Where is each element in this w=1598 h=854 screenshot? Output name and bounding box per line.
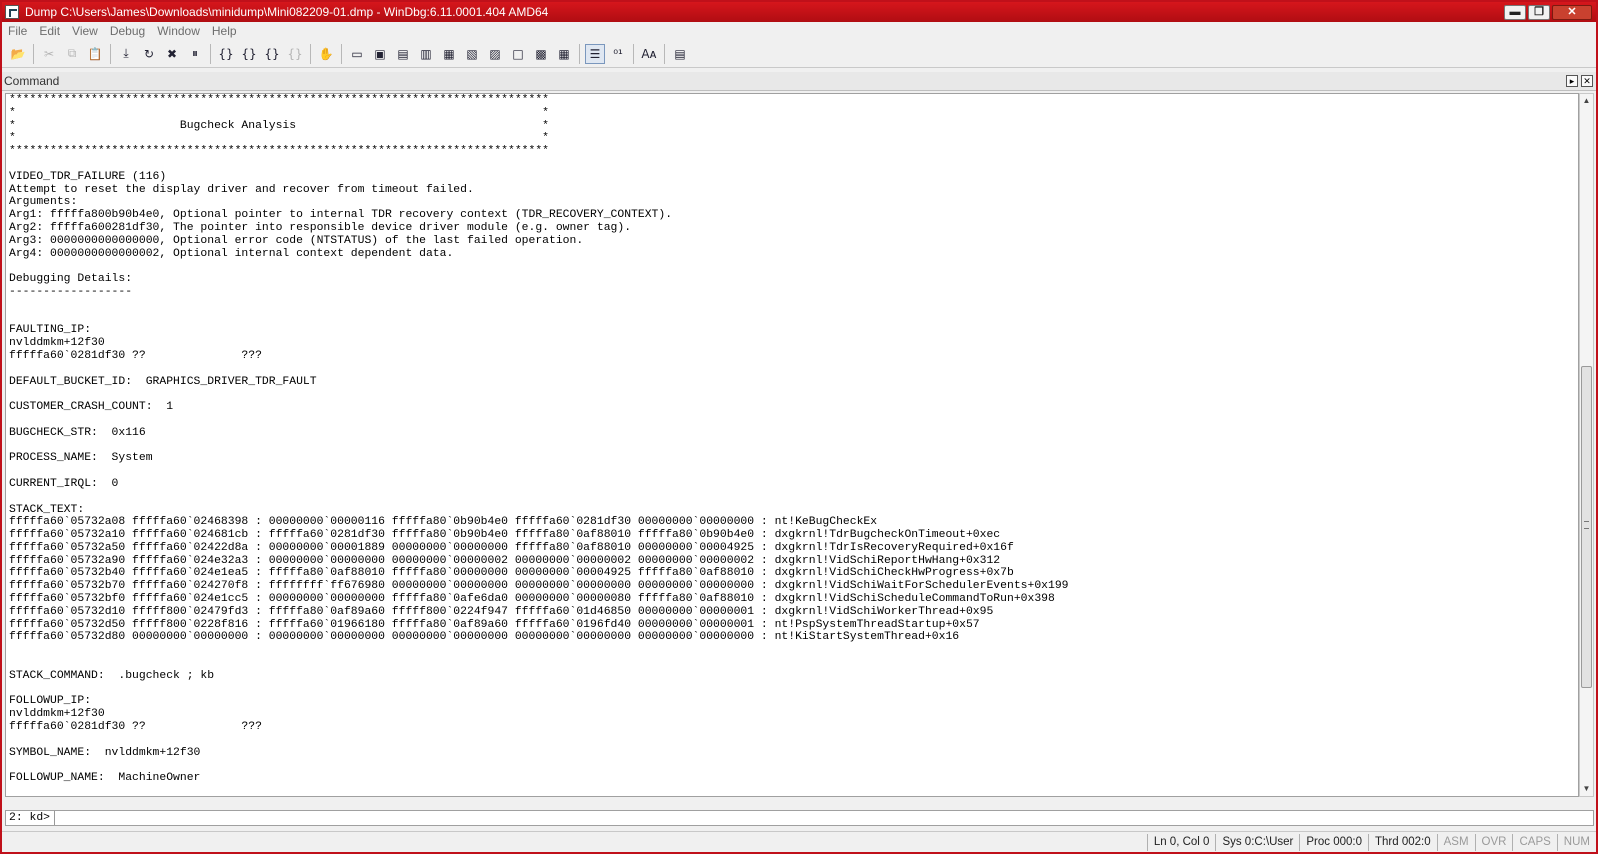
menu-file[interactable]: File — [2, 24, 33, 38]
title-bar: Dump C:\Users\James\Downloads\minidump\M… — [2, 2, 1596, 22]
toolbar-separator — [633, 43, 634, 64]
output-vertical-scrollbar[interactable]: ▲ ▼ — [1579, 93, 1594, 797]
toolbar-separator — [33, 43, 34, 64]
locals-window-icon[interactable]: ▤ — [393, 44, 413, 64]
status-ln-col: Ln 0, Col 0 — [1146, 833, 1216, 851]
toolbar-separator — [341, 43, 342, 64]
cut-icon: ✂ — [43, 46, 55, 61]
menu-edit[interactable]: Edit — [33, 24, 66, 38]
paste-icon: 📋 — [87, 46, 103, 61]
source-mode-icon[interactable]: ▦ — [554, 44, 574, 64]
windbg-app-icon[interactable] — [5, 5, 19, 19]
disassembly-window-icon[interactable]: ▨ — [485, 44, 505, 64]
pane-close-icon[interactable]: ✕ — [1581, 75, 1593, 87]
status-thrd: Thrd 002:0 — [1368, 833, 1437, 851]
command-input-bar: 2: kd> — [5, 810, 1594, 826]
step-over-icon[interactable]: {} — [239, 44, 259, 64]
status-bar: Ln 0, Col 0 Sys 0:C:\User Proc 000:0 Thr… — [2, 831, 1596, 852]
command-input[interactable] — [54, 811, 1593, 825]
source-mode-on-icon[interactable]: ☰ — [585, 43, 605, 64]
menu-bar: File Edit View Debug Window Help — [2, 22, 1596, 40]
run-to-cursor-icon: {} — [287, 46, 303, 61]
command-pane-header: Command ▸ ✕ — [2, 72, 1596, 91]
command-window-icon[interactable]: ▭ — [347, 44, 367, 64]
command-pane-title: Command — [4, 74, 60, 88]
minimize-button[interactable]: ▬ — [1504, 4, 1526, 20]
copy-icon: ⧉ — [67, 46, 77, 60]
menu-debug[interactable]: Debug — [104, 24, 151, 38]
scratch-pad-icon[interactable]: □ — [508, 44, 528, 64]
command-output[interactable]: ****************************************… — [5, 93, 1579, 797]
break-icon[interactable]: ⏸ — [185, 44, 205, 64]
menu-view[interactable]: View — [66, 24, 104, 38]
menu-help[interactable]: Help — [206, 24, 243, 38]
toolbar-separator — [310, 43, 311, 64]
pane-dock-icon[interactable]: ▸ — [1566, 75, 1578, 87]
binary-mode-icon[interactable]: ⁰¹ — [608, 44, 628, 64]
memory-window-icon[interactable]: ▦ — [439, 44, 459, 64]
status-sys: Sys 0:C:\User — [1215, 833, 1299, 851]
open-icon[interactable]: 📂 — [8, 44, 28, 64]
status-asm: ASM — [1436, 833, 1475, 851]
window-title: Dump C:\Users\James\Downloads\minidump\M… — [25, 5, 549, 19]
windbg-window: Dump C:\Users\James\Downloads\minidump\M… — [0, 0, 1598, 854]
status-num: NUM — [1556, 833, 1596, 851]
step-out-icon[interactable]: {} — [262, 44, 282, 64]
toolbar: 📂 ✂ ⧉ 📋 ⤓ ↻ ✖ ⏸{}{}{}{} ✋ ▭ ▣ ▤ ▥ ▦ ▧ ▨ □ ▩ ▦ ☰ ⁰¹ Aᴀ ▤ — [2, 40, 1596, 68]
toolbar-separator — [579, 43, 580, 64]
registers-window-icon[interactable]: ▥ — [416, 44, 436, 64]
maximize-button[interactable]: ❐ — [1528, 4, 1550, 20]
options-icon[interactable]: ▤ — [670, 44, 690, 64]
status-ovr: OVR — [1474, 833, 1513, 851]
toolbar-separator — [110, 43, 111, 64]
stop-debugging-icon[interactable]: ✖ — [162, 44, 182, 64]
processes-threads-icon[interactable]: ▩ — [531, 44, 551, 64]
close-button[interactable]: ✕ — [1552, 4, 1592, 20]
restart-icon[interactable]: ↻ — [139, 44, 159, 64]
hand-icon[interactable]: ✋ — [316, 44, 336, 64]
step-into-icon[interactable]: {} — [216, 44, 236, 64]
font-icon[interactable]: Aᴀ — [639, 44, 659, 64]
status-proc: Proc 000:0 — [1299, 833, 1368, 851]
go-icon[interactable]: ⤓ — [116, 44, 136, 64]
command-output-text: ****************************************… — [9, 94, 1069, 785]
toolbar-separator — [210, 43, 211, 64]
scrollbar-thumb[interactable] — [1581, 366, 1592, 688]
menu-window[interactable]: Window — [151, 24, 206, 38]
watch-window-icon[interactable]: ▣ — [370, 44, 390, 64]
call-stack-window-icon[interactable]: ▧ — [462, 44, 482, 64]
command-prompt: 2: kd> — [9, 812, 51, 824]
scroll-down-arrow-icon[interactable]: ▼ — [1580, 782, 1593, 796]
status-caps: CAPS — [1512, 833, 1556, 851]
scroll-up-arrow-icon[interactable]: ▲ — [1580, 94, 1593, 108]
thumb-grip-icon — [1584, 521, 1589, 529]
toolbar-separator — [664, 43, 665, 64]
